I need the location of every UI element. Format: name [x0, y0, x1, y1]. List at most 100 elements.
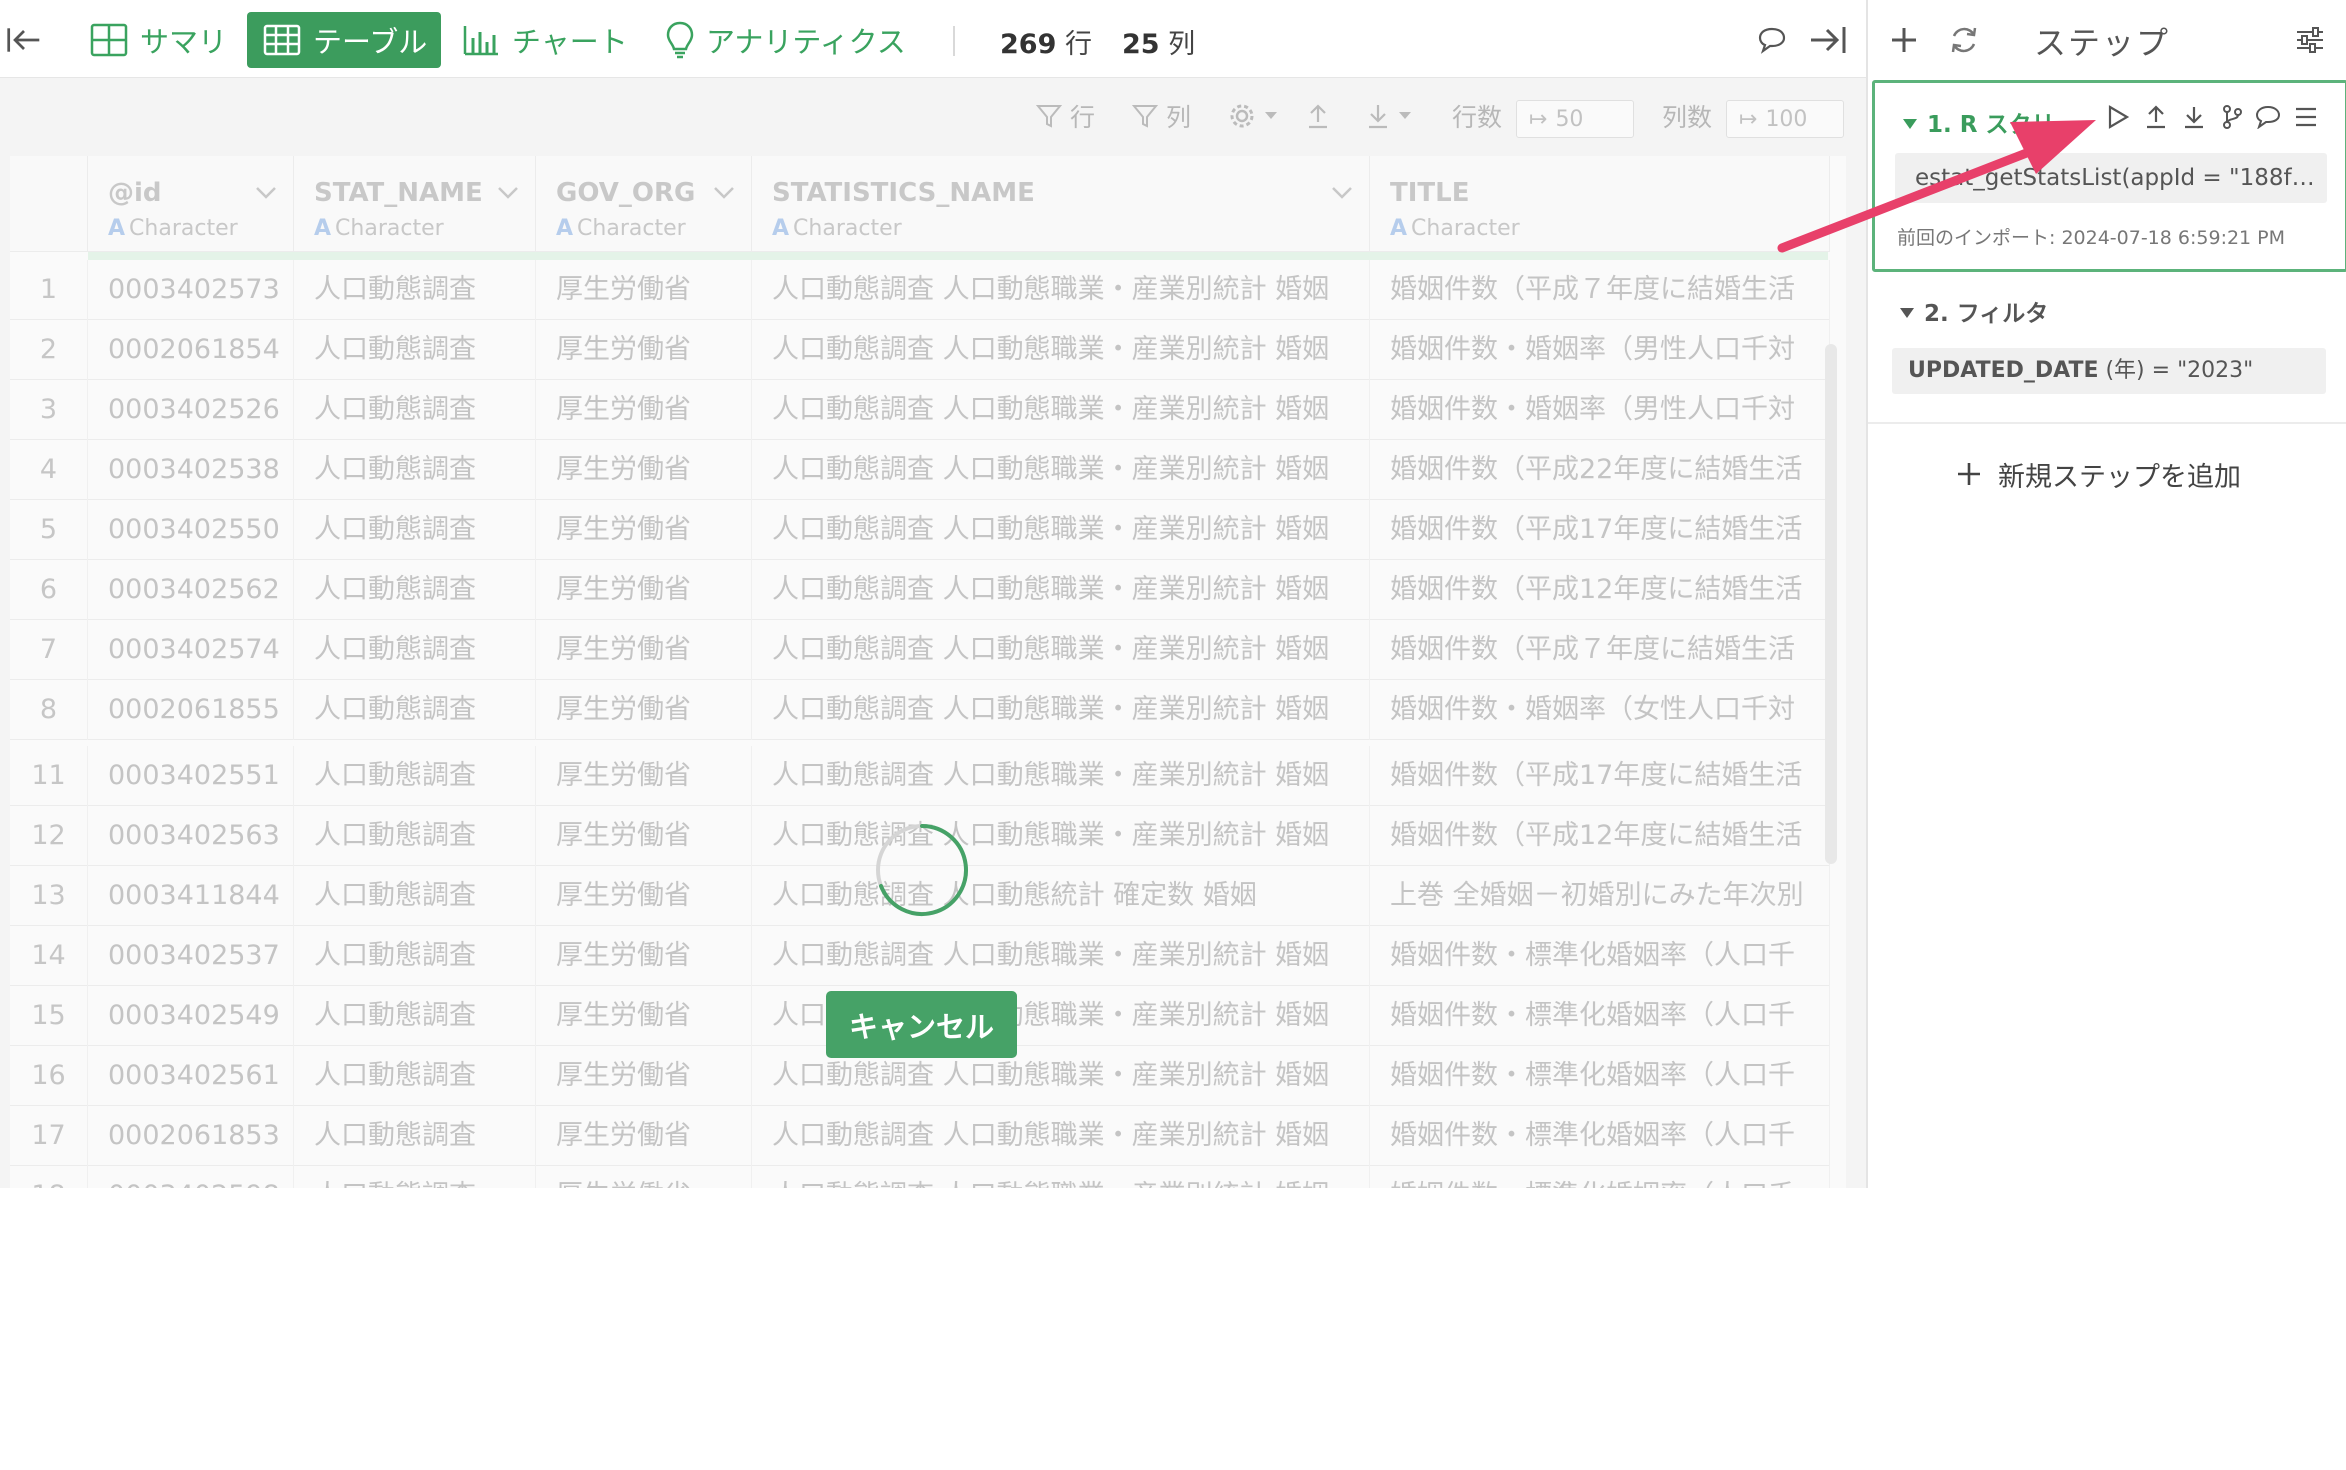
- tab-analytics[interactable]: アナリティクス: [666, 12, 906, 68]
- table-cell[interactable]: 人口動態調査 人口動態職業・産業別統計 婚姻: [752, 560, 1370, 620]
- table-cell[interactable]: 人口動態調査: [294, 1166, 536, 1188]
- collapse-right-button[interactable]: [1806, 20, 1850, 60]
- table-cell[interactable]: 厚生労働省: [536, 260, 752, 320]
- cols-limit-input[interactable]: ↦ 100: [1726, 100, 1844, 138]
- table-cell[interactable]: 人口動態調査 人口動態職業・産業別統計 婚姻: [752, 1106, 1370, 1166]
- table-cell[interactable]: 0003402598: [88, 1166, 294, 1188]
- table-settings-button[interactable]: [1228, 96, 1286, 136]
- step-1-title[interactable]: 1. R スクリ: [1903, 105, 2054, 139]
- step-card-r-script[interactable]: 1. R スクリ estat_getStatsList(appId = "188…: [1872, 80, 2346, 272]
- table-cell[interactable]: 0003402549: [88, 986, 294, 1046]
- step-branch-button[interactable]: [2215, 99, 2249, 135]
- table-row[interactable]: 3 0003402526 人口動態調査 厚生労働省 人口動態調査 人口動態職業・産業別統…: [10, 380, 1830, 440]
- step-run-button[interactable]: [2101, 99, 2135, 135]
- comment-button[interactable]: [1752, 20, 1792, 60]
- step-upload-button[interactable]: [2139, 99, 2173, 135]
- table-row[interactable]: 2 0002061854 人口動態調査 厚生労働省 人口動態調査 人口動態職業・産業別統…: [10, 320, 1830, 380]
- table-row[interactable]: 180003402598人口動態調査厚生労働省人口動態調査 人口動態職業・産業別…: [10, 1166, 1830, 1188]
- table-row[interactable]: 17 0002061853 人口動態調査 厚生労働省 人口動態調査 人口動態職業・産業別…: [10, 1106, 1830, 1166]
- download-button[interactable]: [1366, 96, 1420, 136]
- table-cell[interactable]: 0003411844: [88, 866, 294, 926]
- table-cell[interactable]: 厚生労働省: [536, 560, 752, 620]
- column-header[interactable]: @id A Character: [88, 156, 294, 252]
- table-cell[interactable]: 婚姻件数（平成17年度に結婚生活: [1370, 500, 1830, 560]
- column-header[interactable]: GOV_ORG A Character: [536, 156, 752, 252]
- table-cell[interactable]: 厚生労働省: [536, 1046, 752, 1106]
- step-1-code[interactable]: estat_getStatsList(appId = "188fca…: [1895, 153, 2327, 203]
- table-cell[interactable]: 人口動態調査 人口動態職業・産業別統計 婚姻: [752, 440, 1370, 500]
- table-cell[interactable]: 婚姻件数（平成12年度に結婚生活: [1370, 560, 1830, 620]
- table-cell[interactable]: 厚生労働省: [536, 926, 752, 986]
- tab-summary[interactable]: サマリ: [86, 12, 231, 68]
- tab-table[interactable]: テーブル: [247, 12, 441, 68]
- table-cell[interactable]: 0003402561: [88, 1046, 294, 1106]
- table-cell[interactable]: 婚姻件数（平成７年度に結婚生活: [1370, 260, 1830, 320]
- steps-settings-button[interactable]: [2288, 20, 2332, 60]
- table-cell[interactable]: 婚姻件数（平成７年度に結婚生活: [1370, 620, 1830, 680]
- table-row[interactable]: 6 0003402562 人口動態調査 厚生労働省 人口動態調査 人口動態職業・産業別統…: [10, 560, 1830, 620]
- step-2-title[interactable]: 2. フィルタ: [1900, 294, 2048, 328]
- table-cell[interactable]: 婚姻件数（平成22年度に結婚生活: [1370, 440, 1830, 500]
- table-cell[interactable]: 人口動態調査 人口動態職業・産業別統計 婚姻: [752, 380, 1370, 440]
- table-cell[interactable]: 厚生労働省: [536, 500, 752, 560]
- table-cell[interactable]: 人口動態調査 人口動態職業・産業別統計 婚姻: [752, 1166, 1370, 1188]
- rows-limit-input[interactable]: ↦ 50: [1516, 100, 1634, 138]
- table-cell[interactable]: 婚姻件数（平成17年度に結婚生活: [1370, 746, 1830, 806]
- row-filter-button[interactable]: 行: [1036, 96, 1095, 136]
- refresh-button[interactable]: [1942, 18, 1986, 62]
- table-cell[interactable]: 人口動態調査: [294, 680, 536, 740]
- table-row[interactable]: 14 0003402537 人口動態調査 厚生労働省 人口動態調査 人口動態職業・産業別…: [10, 926, 1830, 986]
- table-cell[interactable]: 人口動態調査 人口動態職業・産業別統計 婚姻: [752, 260, 1370, 320]
- table-cell[interactable]: 厚生労働省: [536, 620, 752, 680]
- table-row[interactable]: 1 0003402573 人口動態調査 厚生労働省 人口動態調査 人口動態職業・産業別統…: [10, 260, 1830, 320]
- table-cell[interactable]: 人口動態調査 人口動態職業・産業別統計 婚姻: [752, 320, 1370, 380]
- table-cell[interactable]: 婚姻件数（平成12年度に結婚生活: [1370, 806, 1830, 866]
- table-cell[interactable]: 人口動態調査: [294, 746, 536, 806]
- table-cell[interactable]: 人口動態調査: [294, 500, 536, 560]
- add-step-button[interactable]: [1882, 18, 1926, 62]
- table-cell[interactable]: 婚姻件数・婚姻率（男性人口千対: [1370, 320, 1830, 380]
- table-cell[interactable]: 人口動態調査 人口動態職業・産業別統計 婚姻: [752, 746, 1370, 806]
- table-cell[interactable]: 婚姻件数・標準化婚姻率（人口千: [1370, 1046, 1830, 1106]
- table-cell[interactable]: 0002061853: [88, 1106, 294, 1166]
- table-row[interactable]: 8 0002061855 人口動態調査 厚生労働省 人口動態調査 人口動態職業・産業別統…: [10, 680, 1830, 740]
- tab-chart[interactable]: チャート: [462, 12, 628, 68]
- upload-button[interactable]: [1306, 96, 1338, 136]
- table-cell[interactable]: 0003402562: [88, 560, 294, 620]
- chevron-down-icon[interactable]: [255, 186, 277, 200]
- table-cell[interactable]: 婚姻件数・標準化婚姻率（人口千: [1370, 986, 1830, 1046]
- table-cell[interactable]: 0003402537: [88, 926, 294, 986]
- table-cell[interactable]: 0002061854: [88, 320, 294, 380]
- table-row[interactable]: 4 0003402538 人口動態調査 厚生労働省 人口動態調査 人口動態職業・産業別統…: [10, 440, 1830, 500]
- table-cell[interactable]: 厚生労働省: [536, 1106, 752, 1166]
- table-cell[interactable]: 0003402538: [88, 440, 294, 500]
- table-cell[interactable]: 0003402550: [88, 500, 294, 560]
- step-comment-button[interactable]: [2251, 99, 2285, 135]
- table-cell[interactable]: 厚生労働省: [536, 320, 752, 380]
- chevron-down-icon[interactable]: [713, 186, 735, 200]
- table-cell[interactable]: 0003402573: [88, 260, 294, 320]
- table-cell[interactable]: 婚姻件数・婚姻率（男性人口千対: [1370, 380, 1830, 440]
- step-2-code[interactable]: UPDATED_DATE (年) = "2023": [1892, 348, 2326, 394]
- table-cell[interactable]: 0003402563: [88, 806, 294, 866]
- table-cell[interactable]: 人口動態調査 人口動態職業・産業別統計 婚姻: [752, 926, 1370, 986]
- chevron-down-icon[interactable]: [1331, 186, 1353, 200]
- table-cell[interactable]: 人口動態調査: [294, 440, 536, 500]
- table-cell[interactable]: 人口動態調査: [294, 1046, 536, 1106]
- column-header[interactable]: TITLE A Character: [1370, 156, 1830, 252]
- table-cell[interactable]: 人口動態調査: [294, 866, 536, 926]
- table-cell[interactable]: 人口動態調査: [294, 560, 536, 620]
- vertical-scrollbar[interactable]: [1825, 344, 1837, 864]
- table-cell[interactable]: 人口動態調査 人口動態統計 確定数 婚姻: [752, 866, 1370, 926]
- table-cell[interactable]: 0003402551: [88, 746, 294, 806]
- add-new-step-button[interactable]: 新規ステップを追加: [1956, 454, 2241, 494]
- table-cell[interactable]: 人口動態調査 人口動態職業・産業別統計 婚姻: [752, 620, 1370, 680]
- table-cell[interactable]: 婚姻件数・婚姻率（女性人口千対: [1370, 680, 1830, 740]
- table-cell[interactable]: 人口動態調査 人口動態職業・産業別統計 婚姻: [752, 500, 1370, 560]
- table-cell[interactable]: 上巻 全婚姻－初婚別にみた年次別: [1370, 866, 1830, 926]
- chevron-down-icon[interactable]: [497, 186, 519, 200]
- table-cell[interactable]: 人口動態調査: [294, 320, 536, 380]
- table-cell[interactable]: 人口動態調査 人口動態職業・産業別統計 婚姻: [752, 680, 1370, 740]
- table-cell[interactable]: 厚生労働省: [536, 1166, 752, 1188]
- table-cell[interactable]: 厚生労働省: [536, 380, 752, 440]
